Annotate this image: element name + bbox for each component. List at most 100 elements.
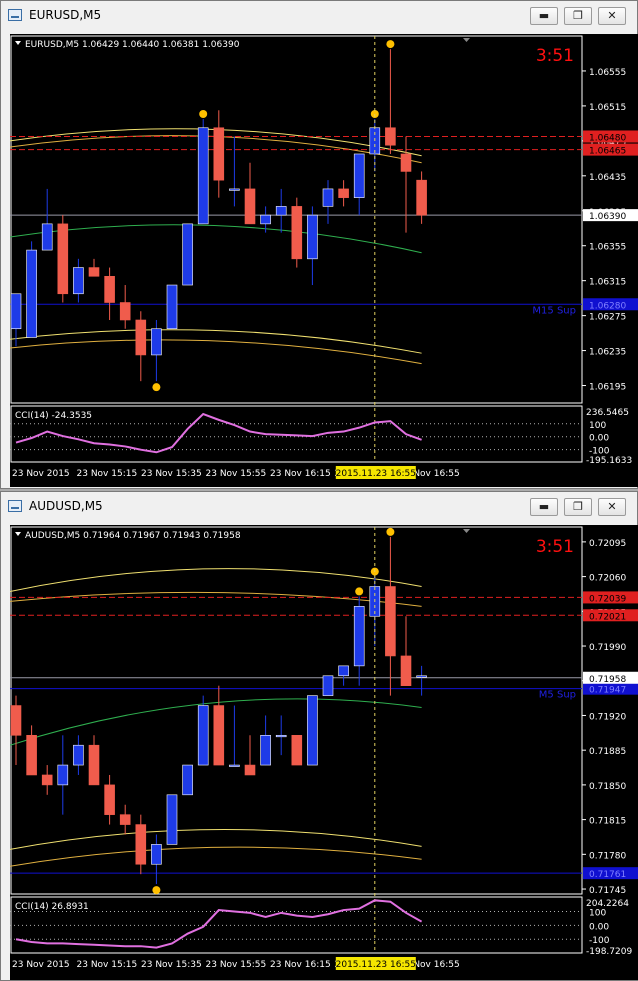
symbol-ohlc-header: EURUSD,M5 1.06429 1.06440 1.06381 1.0639… — [25, 40, 240, 50]
support-price-tag-label: 1.06280 — [589, 301, 626, 311]
candlestick-chart-audusd[interactable]: 0.720950.720600.720250.719900.719550.719… — [10, 525, 638, 980]
candlestick-chart-eurusd[interactable]: 1.065551.065151.064751.064351.063951.063… — [10, 34, 638, 487]
price-tick-label: 0.71920 — [589, 712, 626, 722]
cci-tick-label: 100 — [589, 421, 606, 431]
cci-max-label: 236.5465 — [586, 408, 629, 418]
candle-body — [119, 302, 131, 321]
restore-icon: ❐ — [573, 9, 583, 22]
candle-body — [166, 284, 178, 330]
cci-tick-label: -100 — [589, 936, 610, 946]
price-tick-label: 0.72060 — [589, 574, 626, 584]
candle-body — [151, 844, 162, 865]
fractal-dot-icon — [199, 110, 208, 119]
candle-body — [26, 249, 37, 338]
fractal-dot-icon — [152, 383, 161, 392]
chart-window-eurusd: EURUSD,M5 ▬ ❐ ✕ 1.06555 1.06515 1.06475 1.0… — [0, 0, 638, 489]
chart-area[interactable]: 1.065551.065151.064751.064351.063951.063… — [10, 34, 638, 487]
candle-body — [385, 127, 396, 146]
candle-body — [275, 734, 287, 738]
window-title: AUDUSD,M5 — [29, 499, 103, 513]
candle-body — [166, 794, 178, 845]
time-axis-label: 23 Nov 15:15 — [77, 469, 138, 479]
minimize-icon: ▬ — [538, 9, 550, 22]
candle-body — [182, 223, 193, 286]
cci-max-label: 204.2264 — [586, 899, 629, 909]
scroll-marker-icon — [463, 529, 470, 533]
candle-body — [213, 127, 225, 181]
cci-tick-label: 0.00 — [589, 922, 609, 932]
close-button[interactable]: ✕ — [598, 7, 626, 25]
candle-body — [307, 695, 318, 766]
chart-window-icon — [8, 500, 22, 512]
price-tick-label: 0.72095 — [589, 539, 626, 549]
cci-tick-label: 100 — [589, 908, 606, 918]
candle-body — [57, 764, 69, 786]
cci-tick-label: 0.00 — [589, 434, 609, 444]
price-tick-label: 0.71745 — [589, 886, 626, 896]
candle-body — [135, 319, 147, 356]
candle-body — [88, 744, 100, 786]
candle-body — [338, 665, 349, 677]
price-tick-label: 1.06355 — [589, 243, 626, 253]
candle-body — [291, 206, 303, 260]
candle-body — [151, 328, 162, 356]
candle-body — [88, 267, 100, 277]
price-tick-label: 0.71815 — [589, 817, 626, 827]
price-tick-label: 0.71990 — [589, 643, 626, 653]
candle-body — [10, 293, 22, 330]
price-tick-label: 1.06195 — [589, 383, 626, 393]
price-tick-label: 1.06315 — [589, 278, 626, 288]
resistance-price-tag-label: 0.72039 — [589, 594, 626, 604]
triangle-down-icon — [15, 532, 21, 536]
support-price-tag-label: 0.71947 — [589, 686, 626, 696]
restore-icon: ❐ — [573, 500, 583, 513]
window-titlebar[interactable]: AUDUSD,M5 ▬ ❐ ✕ — [1, 492, 637, 522]
envelope-band-line — [10, 828, 422, 850]
fractal-dot-icon — [355, 587, 364, 596]
fractal-dot-icon — [386, 40, 395, 49]
envelope-band-line — [10, 846, 422, 867]
candle-body — [385, 586, 396, 657]
restore-button[interactable]: ❐ — [564, 7, 592, 25]
price-tick-label: 0.71885 — [589, 747, 626, 757]
candle-body — [322, 675, 334, 696]
close-icon: ✕ — [607, 500, 617, 513]
candle-body — [10, 705, 22, 736]
candle-body — [353, 606, 365, 667]
price-tick-label: 1.06275 — [589, 313, 626, 323]
cursor-time-label: 2015.11.23 16:55 — [336, 960, 416, 970]
close-icon: ✕ — [607, 9, 617, 22]
candle-body — [104, 275, 115, 303]
window-titlebar[interactable]: EURUSD,M5 ▬ ❐ ✕ — [1, 1, 637, 31]
candle-body — [104, 784, 115, 815]
current-price-label: 1.06390 — [589, 212, 626, 222]
close-button[interactable]: ✕ — [598, 498, 626, 516]
candle-body — [119, 814, 131, 825]
chart-window-icon — [8, 9, 22, 21]
time-axis-label: 23 Nov 15:35 — [141, 960, 202, 970]
minimize-button[interactable]: ▬ — [530, 7, 558, 25]
price-tick-label: 1.06555 — [589, 68, 626, 78]
time-axis-label: 23 Nov 15:55 — [206, 960, 267, 970]
candle-body — [400, 153, 412, 172]
time-axis-label: 23 Nov 16:15 — [270, 960, 331, 970]
candle-body — [275, 206, 287, 216]
fractal-dot-icon — [386, 527, 395, 536]
candle-body — [260, 734, 271, 766]
price-tick-label: 1.06435 — [589, 173, 626, 183]
chart-area[interactable]: 0.720950.720600.720250.719900.719550.719… — [10, 525, 638, 980]
candle-body — [182, 764, 193, 796]
candle-body — [307, 214, 318, 260]
candle-body — [229, 764, 240, 767]
candle-body — [41, 774, 53, 786]
candle-timer: 3:51 — [536, 46, 574, 66]
candle-body — [197, 127, 209, 225]
restore-button[interactable]: ❐ — [564, 498, 592, 516]
level-name-label: M15 Sup — [532, 305, 576, 316]
candle-body — [260, 214, 271, 225]
candle-body — [353, 153, 365, 198]
candle-body — [416, 179, 427, 216]
resistance-price-tag-label: 0.72021 — [589, 612, 626, 622]
window-title: EURUSD,M5 — [29, 8, 102, 22]
minimize-button[interactable]: ▬ — [530, 498, 558, 516]
